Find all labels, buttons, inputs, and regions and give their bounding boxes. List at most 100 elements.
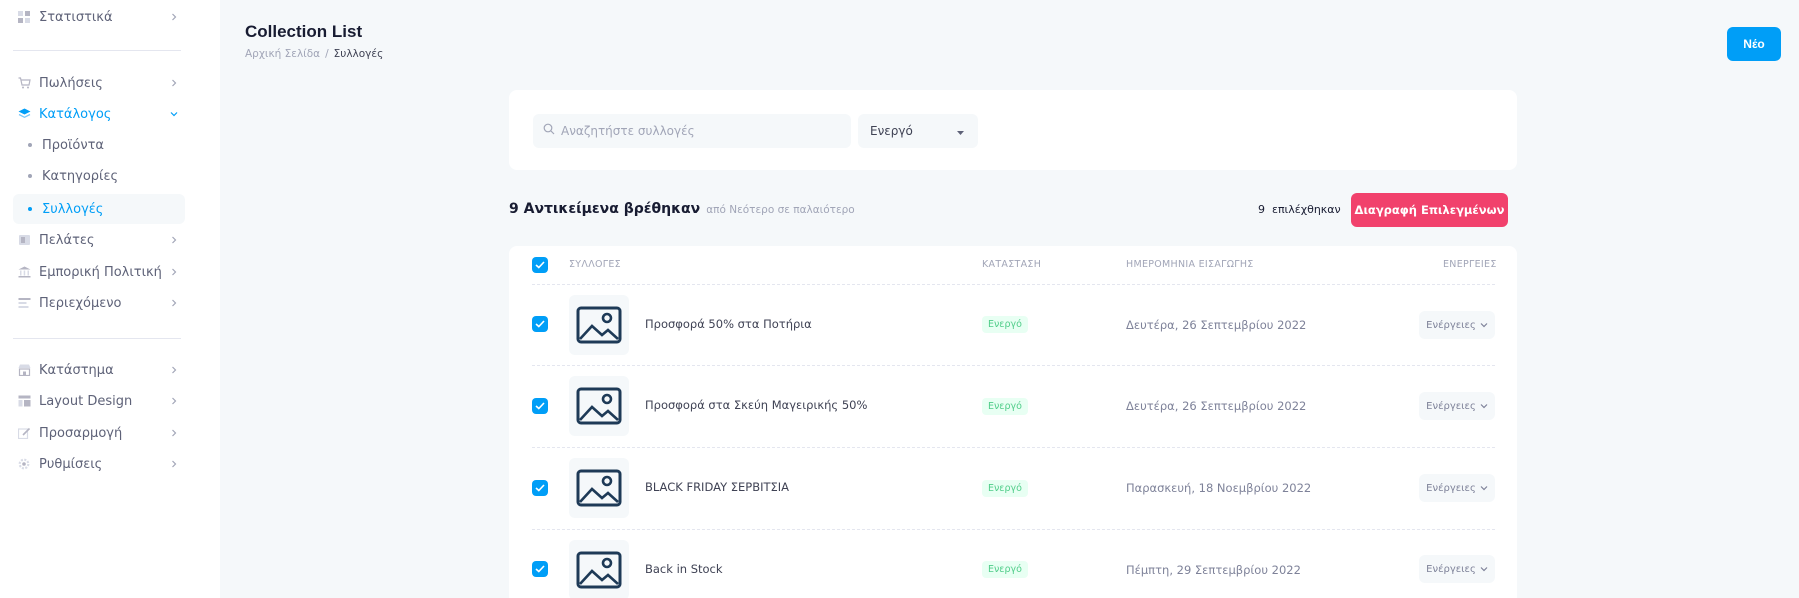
sidebar-item-sales[interactable]: Πωλήσεις <box>13 68 185 98</box>
collection-date: Δευτέρα, 26 Σεπτεμβρίου 2022 <box>1126 318 1307 332</box>
collection-date: Παρασκευή, 18 Νοεμβρίου 2022 <box>1126 481 1312 495</box>
sidebar-item-label: Στατιστικά <box>39 9 113 25</box>
sidebar-item-store[interactable]: Κατάστημα <box>13 355 185 385</box>
row-checkbox[interactable] <box>532 316 548 332</box>
sidebar-item-layout-design[interactable]: Layout Design <box>13 386 185 416</box>
sidebar-item-label: Layout Design <box>39 393 133 409</box>
sidebar-item-label: Περιεχόμενο <box>39 295 122 311</box>
breadcrumb-current: Συλλογές <box>333 48 384 60</box>
collection-name[interactable]: BLACK FRIDAY ΣΕΡΒΙΤΣΙΑ <box>645 480 789 494</box>
status-badge: Ενεργό <box>982 316 1028 333</box>
chevron-right-icon <box>167 10 181 24</box>
status-filter-select[interactable]: Ενεργό <box>858 114 978 148</box>
caret-down-icon <box>957 124 964 138</box>
breadcrumb: Αρχική Σελίδα / Συλλογές <box>245 48 383 60</box>
content-icon <box>17 296 31 310</box>
collection-thumbnail <box>569 540 629 598</box>
column-header-actions: ΕΝΕΡΓΕΙΕΣ <box>1443 259 1497 270</box>
store-icon <box>17 363 31 377</box>
bullet-icon <box>28 207 32 211</box>
breadcrumb-separator: / <box>325 48 329 60</box>
sidebar-item-commercial-policy[interactable]: Εμπορική Πολιτική <box>13 257 185 287</box>
sidebar-item-label: Κατάστημα <box>39 362 114 378</box>
row-actions-label: Ενέργειες <box>1426 563 1476 575</box>
search-icon <box>543 122 555 140</box>
new-collection-button[interactable]: Νέο <box>1727 27 1781 61</box>
chevron-right-icon <box>167 363 181 377</box>
chevron-right-icon <box>167 76 181 90</box>
chevron-right-icon <box>167 426 181 440</box>
edit-icon <box>17 426 31 440</box>
collection-date: Πέμπτη, 29 Σεπτεμβρίου 2022 <box>1126 563 1301 577</box>
sort-order-label[interactable]: από Νεότερο σε παλαιότερο <box>706 204 855 216</box>
collection-date: Δευτέρα, 26 Σεπτεμβρίου 2022 <box>1126 399 1307 413</box>
row-checkbox[interactable] <box>532 561 548 577</box>
row-actions-button[interactable]: Ενέργειες <box>1419 474 1495 502</box>
check-icon <box>535 565 545 573</box>
gear-icon <box>17 457 31 471</box>
sidebar-item-customization[interactable]: Προσαρμογή <box>13 418 185 448</box>
row-divider <box>532 447 1495 448</box>
collection-name[interactable]: Back in Stock <box>645 562 723 576</box>
sidebar-item-statistics[interactable]: Στατιστικά <box>13 2 185 32</box>
collection-thumbnail <box>569 376 629 436</box>
sidebar-subitem-label: Προϊόντα <box>42 137 104 153</box>
layout-icon <box>17 394 31 408</box>
breadcrumb-home-link[interactable]: Αρχική Σελίδα <box>245 48 320 60</box>
sidebar-separator <box>13 50 181 51</box>
selected-count: 9 επιλέχθηκαν <box>1258 203 1341 216</box>
check-icon <box>535 261 545 269</box>
collection-name[interactable]: Προσφορά 50% στα Ποτήρια <box>645 317 812 331</box>
chevron-right-icon <box>167 457 181 471</box>
sidebar-item-customers[interactable]: Πελάτες <box>13 225 185 255</box>
chevron-right-icon <box>167 265 181 279</box>
users-icon <box>17 233 31 247</box>
row-divider <box>532 365 1495 366</box>
column-header-date[interactable]: ΗΜΕΡΟΜΗΝΙΑ ΕΙΣΑΓΩΓΗΣ <box>1126 259 1254 270</box>
sidebar-separator <box>13 338 181 339</box>
check-icon <box>535 484 545 492</box>
sidebar-subitem-categories[interactable]: Κατηγορίες <box>13 161 185 191</box>
select-all-checkbox[interactable] <box>532 257 548 273</box>
status-badge: Ενεργό <box>982 398 1028 415</box>
sidebar-item-label: Πελάτες <box>39 232 95 248</box>
collections-table <box>509 246 1517 598</box>
image-placeholder-icon <box>576 469 622 507</box>
status-filter-value: Ενεργό <box>870 124 913 138</box>
row-checkbox[interactable] <box>532 398 548 414</box>
row-actions-button[interactable]: Ενέργειες <box>1419 392 1495 420</box>
dashboard-icon <box>17 10 31 24</box>
collection-name[interactable]: Προσφορά στα Σκεύη Μαγειρικής 50% <box>645 398 867 412</box>
row-divider <box>532 284 1495 285</box>
row-actions-label: Ενέργειες <box>1426 319 1476 331</box>
sidebar-item-catalog[interactable]: Κατάλογος <box>13 99 185 129</box>
chevron-down-icon <box>1480 404 1488 409</box>
search-box[interactable] <box>533 114 851 148</box>
delete-selected-button[interactable]: Διαγραφή Επιλεγμένων <box>1351 193 1508 227</box>
column-header-status[interactable]: ΚΑΤΑΣΤΑΣΗ <box>982 259 1041 270</box>
chevron-down-icon <box>167 107 181 121</box>
sidebar-subitem-collections[interactable]: Συλλογές <box>13 194 185 224</box>
sidebar-item-label: Εμπορική Πολιτική <box>39 264 162 280</box>
sidebar: Στατιστικά Πωλήσεις Κατάλογος Προϊόντα Κ… <box>0 0 220 598</box>
results-count: 9 Αντικείμενα βρέθηκαν <box>509 201 701 217</box>
chevron-right-icon <box>167 233 181 247</box>
column-header-collections[interactable]: ΣΥΛΛΟΓΕΣ <box>569 259 621 270</box>
bullet-icon <box>28 174 32 178</box>
sidebar-subitem-products[interactable]: Προϊόντα <box>13 130 185 160</box>
row-actions-button[interactable]: Ενέργειες <box>1419 311 1495 339</box>
sidebar-item-label: Κατάλογος <box>39 106 112 122</box>
bullet-icon <box>28 143 32 147</box>
sidebar-item-settings[interactable]: Ρυθμίσεις <box>13 449 185 479</box>
search-input[interactable] <box>561 124 841 138</box>
image-placeholder-icon <box>576 551 622 589</box>
sidebar-item-content[interactable]: Περιεχόμενο <box>13 288 185 318</box>
check-icon <box>535 320 545 328</box>
row-actions-label: Ενέργειες <box>1426 400 1476 412</box>
layers-icon <box>17 107 31 121</box>
sidebar-subitem-label: Κατηγορίες <box>42 168 119 184</box>
filter-card: Ενεργό <box>509 90 1517 170</box>
row-actions-button[interactable]: Ενέργειες <box>1419 555 1495 583</box>
row-checkbox[interactable] <box>532 480 548 496</box>
image-placeholder-icon <box>576 306 622 344</box>
